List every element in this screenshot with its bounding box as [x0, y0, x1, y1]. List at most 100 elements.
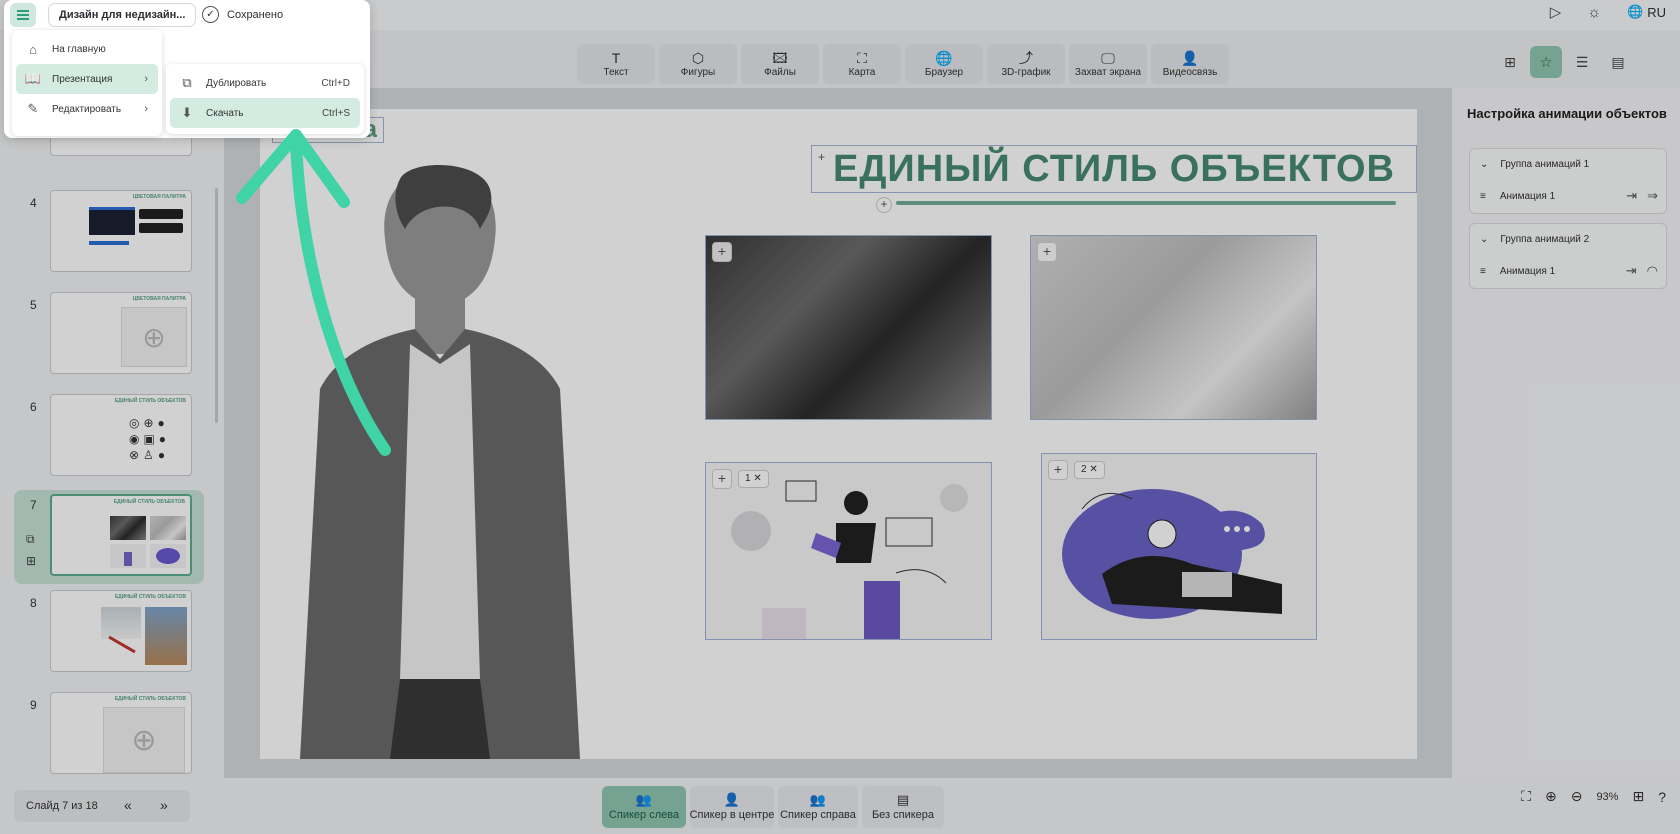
slide-thumb-7[interactable]: 7 ⧉ ⊞ ЕДИНЫЙ СТИЛЬ ОБЪЕКТОВ [14, 490, 204, 584]
duplicate-icon[interactable]: ⧉ [26, 528, 36, 550]
sidebar-scrollbar[interactable] [215, 188, 218, 423]
illustration-frame-2[interactable]: + 2 ✕ [1041, 453, 1317, 640]
tool-3d-chart[interactable]: ⤴ 3D-график [987, 44, 1065, 84]
tool-text[interactable]: T Текст [577, 44, 655, 84]
plus-icon[interactable]: + [712, 242, 732, 262]
title-underline[interactable] [896, 201, 1396, 205]
tool-label: Текст [603, 66, 629, 78]
hamburger-icon [17, 14, 29, 16]
chevron-down-icon[interactable]: ⌄ [1480, 159, 1488, 170]
document-title[interactable]: Дизайн для недизайн... [48, 3, 197, 27]
elements-panel-button[interactable]: ⊞ [1494, 46, 1526, 78]
chart-icon: ⤴ [1019, 49, 1033, 66]
language-label: RU [1647, 4, 1666, 20]
panel-switcher: ⊞ ☆ ☰ ▤ [1494, 46, 1634, 78]
animation-panel: Настройка анимации объектов ⌄ Группа аним… [1452, 88, 1680, 778]
thumbnail-photo [145, 607, 187, 665]
tool-map[interactable]: ⛶ Карта [823, 44, 901, 84]
menu-item-edit[interactable]: ✎ Редактировать › [16, 94, 158, 124]
slide-thumb-5[interactable]: 5 ЦВЕТОВАЯ ПАЛИТРА ⊕ [14, 292, 204, 384]
plus-icon[interactable]: + [876, 197, 892, 213]
menu-item-presentation[interactable]: 📖 Презентация › [16, 64, 158, 94]
tool-shapes[interactable]: ⬡ Фигуры [659, 44, 737, 84]
thumbnail-photo [150, 516, 186, 540]
zoom-in-icon[interactable]: ⊕ [1545, 788, 1557, 805]
tool-files[interactable]: 🖾 Файлы [741, 44, 819, 84]
animation-badge[interactable]: 1 ✕ [738, 470, 769, 488]
slide-thumb-9[interactable]: 9 ЕДИНЫЙ СТИЛЬ ОБЪЕКТОВ ⊕ [14, 692, 204, 778]
arrow-right-icon[interactable]: ⇒ [1647, 188, 1658, 204]
slide-number: 4 [30, 196, 37, 210]
drag-handle-icon[interactable]: ≡ [1480, 266, 1486, 277]
help-icon[interactable]: ? [1658, 789, 1666, 805]
fit-screen-icon[interactable]: ⛶ [1521, 788, 1531, 805]
rotate-icon[interactable]: ◠ [1647, 263, 1658, 279]
add-slide-icon[interactable]: ⊞ [26, 550, 36, 572]
next-slide-button[interactable]: » [160, 797, 168, 813]
thumbnail-title: ЕДИНЫЙ СТИЛЬ ОБЪЕКТОВ [113, 499, 185, 505]
slide-thumb-6[interactable]: 6 ЕДИНЫЙ СТИЛЬ ОБЪЕКТОВ ◎⊕● ◉▣● ⊗♙● [14, 394, 204, 486]
image-frame-desk[interactable]: + [705, 235, 992, 420]
layers-icon: ☰ [1575, 53, 1589, 70]
plus-icon[interactable]: + [1037, 242, 1057, 262]
menu-item-download[interactable]: ⬇ Скачать Ctrl+S [170, 98, 360, 128]
menu-button[interactable] [10, 3, 36, 27]
layers-panel-button[interactable]: ☰ [1566, 46, 1598, 78]
animation-group-1[interactable]: ⌄ Группа анимаций 1 ≡ Анимация 1 ⇥ ⇒ [1469, 148, 1667, 214]
tool-label: Карта [848, 66, 876, 78]
tool-browser[interactable]: 🌐 Браузер [905, 44, 983, 84]
slide-thumb-4[interactable]: 4 ЦВЕТОВАЯ ПАЛИТРА [14, 190, 204, 282]
main-menu: ⌂ На главную 📖 Презентация › ✎ Редактировать… [12, 30, 162, 136]
layout-speaker-left[interactable]: 👥 Спикер слева [602, 786, 686, 828]
prev-slide-button[interactable]: « [124, 797, 132, 813]
slide-thumb-8[interactable]: 8 ЕДИНЫЙ СТИЛЬ ОБЪЕКТОВ [14, 590, 204, 682]
image-frame-woman[interactable]: + [1030, 235, 1317, 420]
slide-counter-label: Слайд 7 из 18 [26, 800, 98, 812]
slide-thumbnail: ЕДИНЫЙ СТИЛЬ ОБЪЕКТОВ [50, 590, 192, 672]
slide-actions: ⧉ ⊞ [26, 528, 36, 572]
thumbnail-title: ЦВЕТОВАЯ ПАЛИТРА [132, 296, 186, 302]
animation-name: Анимация 1 [1499, 191, 1556, 202]
slide-title[interactable]: ЕДИНЫЙ СТИЛЬ ОБЪЕКТОВ [811, 145, 1417, 193]
theme-toggle-icon[interactable]: ☼ [1587, 4, 1601, 21]
drag-handle-icon[interactable]: ≡ [1480, 191, 1486, 202]
menu-item-home[interactable]: ⌂ На главную [16, 34, 158, 64]
slide-number: 7 [30, 498, 37, 512]
layout-speaker-center[interactable]: 👤 Спикер в центре [690, 786, 774, 828]
thumbnail-title: ЕДИНЫЙ СТИЛЬ ОБЪЕКТОВ [114, 594, 186, 600]
tool-video-call[interactable]: 👤 Видеосвязь [1151, 44, 1229, 84]
speaker-left-icon: 👥 [635, 792, 653, 807]
layout-speaker-right[interactable]: 👥 Спикер справа [778, 786, 858, 828]
menu-item-duplicate[interactable]: ⧉ Дублировать Ctrl+D [170, 68, 360, 98]
illustration-person-laptop [731, 480, 968, 639]
slide-thumbnail: ЕДИНЫЙ СТИЛЬ ОБЪЕКТОВ ⊕ [50, 692, 192, 774]
animation-panel-button[interactable]: ☆ [1530, 46, 1562, 78]
plus-icon[interactable]: + [712, 469, 732, 489]
slide-thumbnail: ЦВЕТОВАЯ ПАЛИТРА [50, 190, 192, 272]
illustration-frame-1[interactable]: + 1 ✕ [705, 462, 992, 640]
notes-panel-button[interactable]: ▤ [1602, 46, 1634, 78]
browser-icon: 🌐 [935, 49, 953, 66]
slide-canvas[interactable]: + + + 1 ✕ + 2 ✕ [260, 109, 1417, 759]
animation-group-2[interactable]: ⌄ Группа анимаций 2 ≡ Анимация 1 ⇥ ◠ [1469, 223, 1667, 289]
shortcut-label: Ctrl+S [321, 107, 350, 119]
tool-screen-capture[interactable]: 🖵 Захват экрана [1069, 44, 1147, 84]
tool-label: Файлы [764, 66, 796, 78]
plus-icon[interactable]: + [818, 150, 825, 164]
slide-number: 5 [30, 298, 37, 312]
layout-no-speaker[interactable]: ▤ Без спикера [862, 786, 944, 828]
home-icon: ⌂ [29, 41, 37, 57]
tool-label: Браузер [924, 66, 964, 78]
enter-animation-icon[interactable]: ⇥ [1626, 263, 1637, 279]
language-switch[interactable]: 🌐 RU [1627, 4, 1666, 20]
grid-icon[interactable]: ⊞ [1632, 788, 1644, 805]
chevron-down-icon[interactable]: ⌄ [1480, 234, 1488, 245]
animation-badge[interactable]: 2 ✕ [1074, 461, 1105, 479]
layout-label: Спикер слева [608, 809, 680, 821]
zoom-out-icon[interactable]: ⊖ [1571, 788, 1583, 805]
enter-animation-icon[interactable]: ⇥ [1626, 188, 1637, 204]
save-status-label: Сохранено [227, 8, 284, 21]
play-icon[interactable]: ▷ [1550, 3, 1562, 21]
text-icon: T [611, 49, 621, 66]
plus-icon[interactable]: + [1048, 460, 1068, 480]
